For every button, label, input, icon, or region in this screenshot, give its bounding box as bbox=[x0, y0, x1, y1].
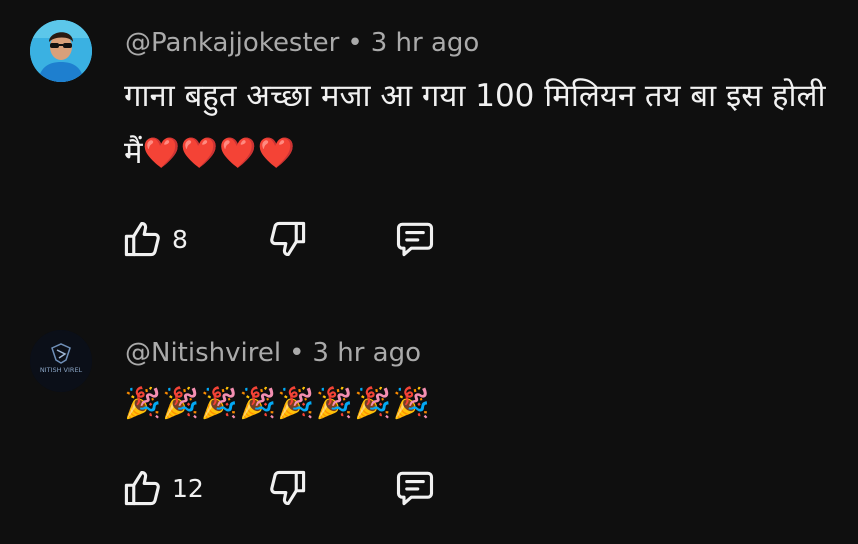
comment-text: 🎉🎉🎉🎉🎉🎉🎉🎉 bbox=[124, 375, 844, 432]
avatar-photo-icon bbox=[30, 20, 92, 82]
party-popper-emoji: 🎉🎉🎉🎉🎉🎉🎉🎉 bbox=[124, 386, 431, 421]
reply-button[interactable] bbox=[393, 466, 437, 510]
thumbs-down-icon bbox=[270, 470, 306, 505]
reply-button[interactable] bbox=[393, 217, 437, 261]
reply-icon bbox=[396, 222, 434, 257]
comment-meta: @Nitishvirel • 3 hr ago bbox=[125, 337, 421, 369]
like-button[interactable]: 8 bbox=[120, 217, 188, 261]
avatar[interactable] bbox=[30, 20, 92, 82]
comment-actions: 12 bbox=[120, 466, 460, 510]
timestamp[interactable]: 3 hr ago bbox=[371, 28, 480, 58]
avatar[interactable]: NITISH VIREL bbox=[30, 330, 92, 392]
reply-icon bbox=[396, 471, 434, 506]
timestamp[interactable]: 3 hr ago bbox=[312, 338, 421, 368]
author-name[interactable]: @Pankajjokester bbox=[125, 28, 339, 58]
heart-emoji: ❤️❤️❤️❤️ bbox=[142, 136, 296, 171]
like-count: 12 bbox=[172, 473, 204, 503]
author-name[interactable]: @Nitishvirel bbox=[125, 338, 281, 368]
meta-separator: • bbox=[289, 338, 305, 368]
dislike-button[interactable] bbox=[266, 466, 310, 510]
like-count: 8 bbox=[172, 224, 188, 254]
comment-actions: 8 bbox=[120, 217, 460, 261]
comment-item: @Pankajjokester • 3 hr ago गाना बहुत अच्छा… bbox=[0, 0, 858, 300]
comment-text: गाना बहुत अच्छा मजा आ गया 100 मिलियन तय … bbox=[124, 68, 844, 182]
thumbs-up-icon bbox=[124, 471, 160, 506]
comment-meta: @Pankajjokester • 3 hr ago bbox=[125, 27, 479, 59]
meta-separator: • bbox=[347, 28, 363, 58]
thumbs-up-icon bbox=[124, 222, 160, 257]
dislike-button[interactable] bbox=[266, 217, 310, 261]
avatar-logo-icon: NITISH VIREL bbox=[30, 330, 92, 392]
comment-item: NITISH VIREL @Nitishvirel • 3 hr ago 🎉🎉🎉🎉🎉… bbox=[0, 300, 858, 544]
thumbs-down-icon bbox=[270, 221, 306, 256]
like-button[interactable]: 12 bbox=[120, 466, 204, 510]
avatar-logo-text: NITISH VIREL bbox=[40, 366, 83, 374]
